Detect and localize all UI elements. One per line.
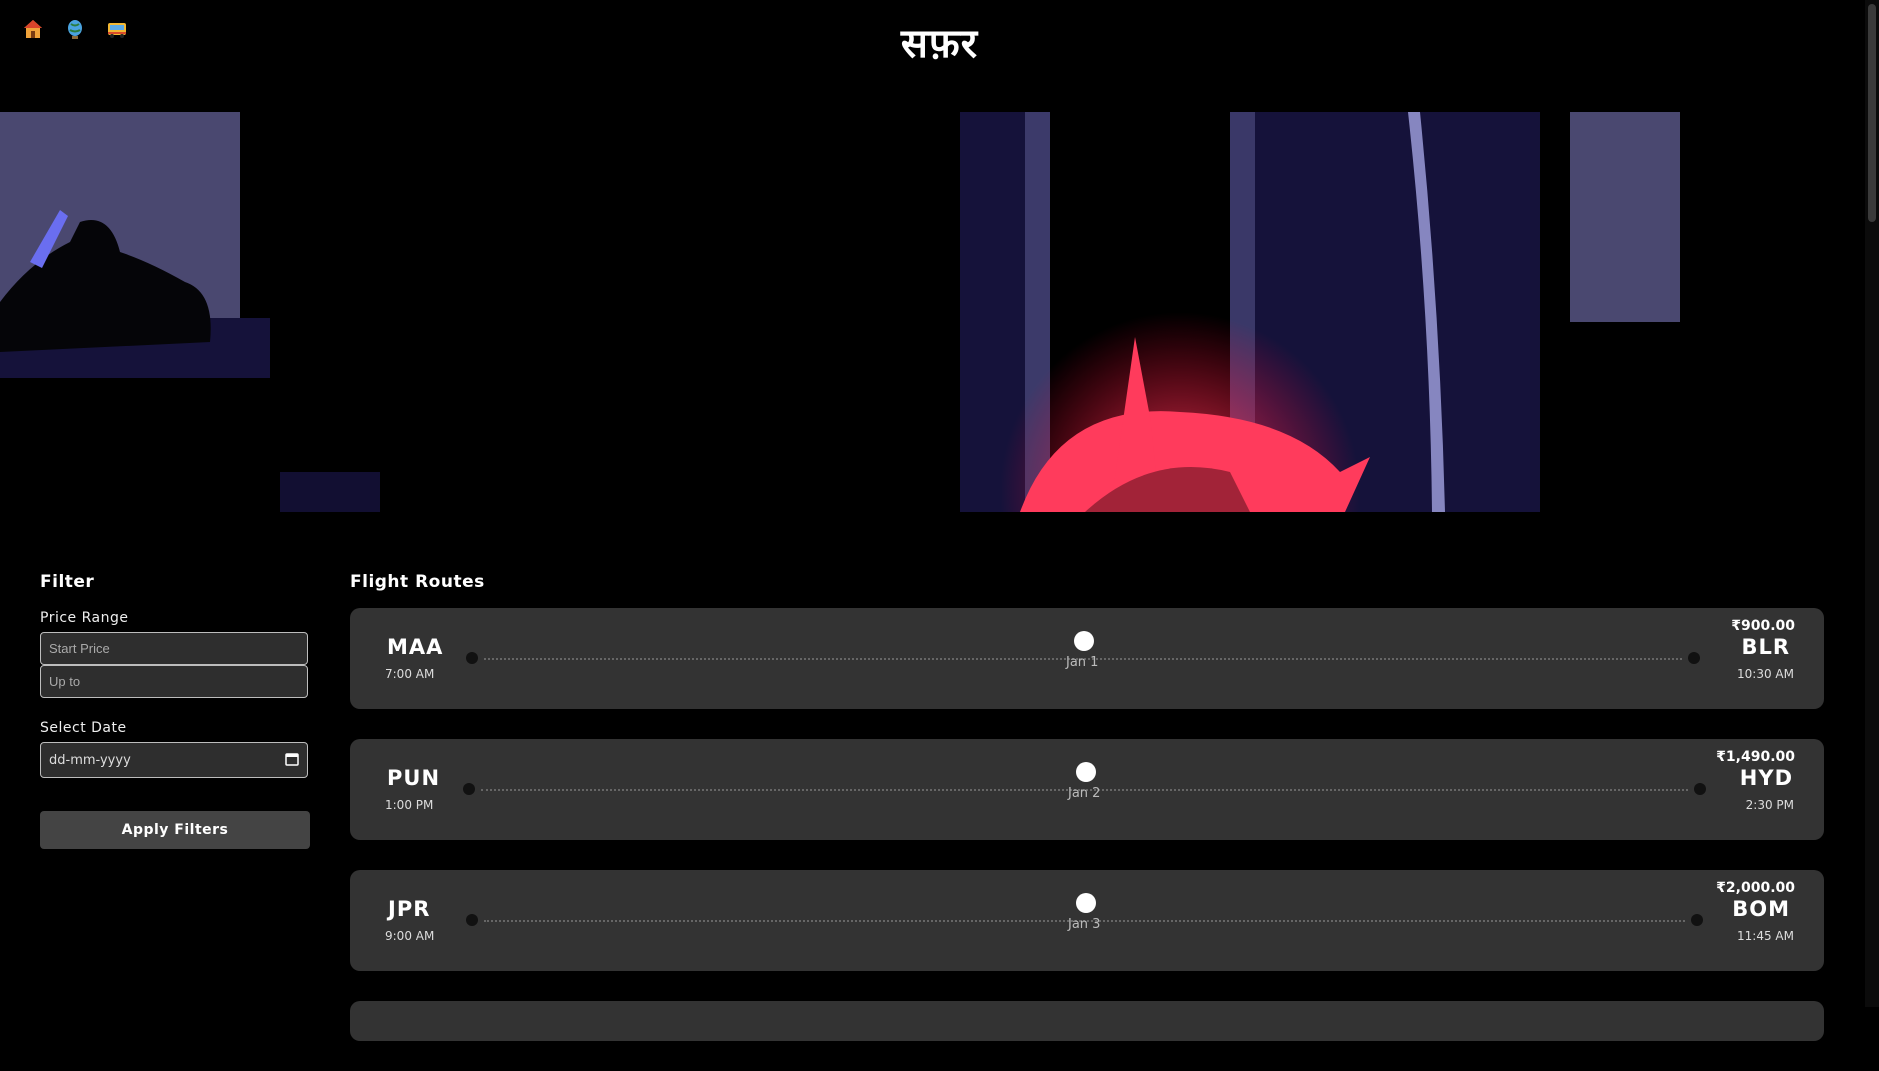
origin-code: MAA xyxy=(387,635,444,659)
arrival-time: 10:30 AM xyxy=(1737,667,1794,681)
origin-dot xyxy=(463,783,475,795)
apply-filters-button[interactable]: Apply Filters xyxy=(40,811,310,849)
destination-code: BOM xyxy=(1732,897,1790,921)
route-card[interactable]: ₹1,490.00 PUN 1:00 PM Jan 2 HYD 2:30 PM xyxy=(350,739,1824,840)
destination-dot xyxy=(1694,783,1706,795)
price-upto-input[interactable] xyxy=(40,665,308,698)
destination-code: BLR xyxy=(1741,635,1790,659)
route-card[interactable]: ₹2,000.00 JPR 9:00 AM Jan 3 BOM 11:45 AM xyxy=(350,870,1824,971)
origin-code: PUN xyxy=(387,766,441,790)
route-price: ₹2,000.00 xyxy=(1716,880,1795,896)
date-placeholder: dd-mm-yyyy xyxy=(49,752,131,768)
origin-dot xyxy=(466,914,478,926)
routes-title: Flight Routes xyxy=(350,572,485,592)
start-price-input[interactable] xyxy=(40,632,308,665)
hero-banner xyxy=(0,112,1879,512)
filter-panel: Filter Price Range Select Date dd-mm-yyy… xyxy=(40,572,310,849)
route-card[interactable] xyxy=(350,1001,1824,1041)
airplane-icon xyxy=(1076,893,1096,913)
route-date: Jan 1 xyxy=(1066,655,1099,670)
hero-illustration xyxy=(0,112,1879,512)
flight-routes-section: Flight Routes ₹900.00 MAA 7:00 AM Jan 1 … xyxy=(350,572,1824,1071)
route-price: ₹1,490.00 xyxy=(1716,749,1795,765)
scrollbar-thumb[interactable] xyxy=(1868,4,1876,222)
date-input[interactable]: dd-mm-yyyy xyxy=(40,742,308,778)
origin-code: JPR xyxy=(388,897,431,921)
arrival-time: 2:30 PM xyxy=(1745,798,1794,812)
price-range-label: Price Range xyxy=(40,610,129,626)
departure-time: 7:00 AM xyxy=(385,667,435,681)
airplane-icon xyxy=(1074,631,1094,651)
departure-time: 1:00 PM xyxy=(385,798,434,812)
route-card[interactable]: ₹900.00 MAA 7:00 AM Jan 1 BLR 10:30 AM xyxy=(350,608,1824,709)
destination-code: HYD xyxy=(1739,766,1793,790)
route-date: Jan 2 xyxy=(1068,786,1101,801)
page-scrollbar[interactable] xyxy=(1865,0,1879,1007)
airplane-icon xyxy=(1076,762,1096,782)
site-title: सफ़र xyxy=(900,21,979,67)
arrival-time: 11:45 AM xyxy=(1737,929,1794,943)
route-date: Jan 3 xyxy=(1068,917,1101,932)
calendar-icon[interactable] xyxy=(285,752,299,770)
destination-dot xyxy=(1691,914,1703,926)
destination-dot xyxy=(1688,652,1700,664)
filter-title: Filter xyxy=(40,572,95,592)
origin-dot xyxy=(466,652,478,664)
select-date-label: Select Date xyxy=(40,720,127,736)
departure-time: 9:00 AM xyxy=(385,929,435,943)
route-price: ₹900.00 xyxy=(1731,618,1795,634)
